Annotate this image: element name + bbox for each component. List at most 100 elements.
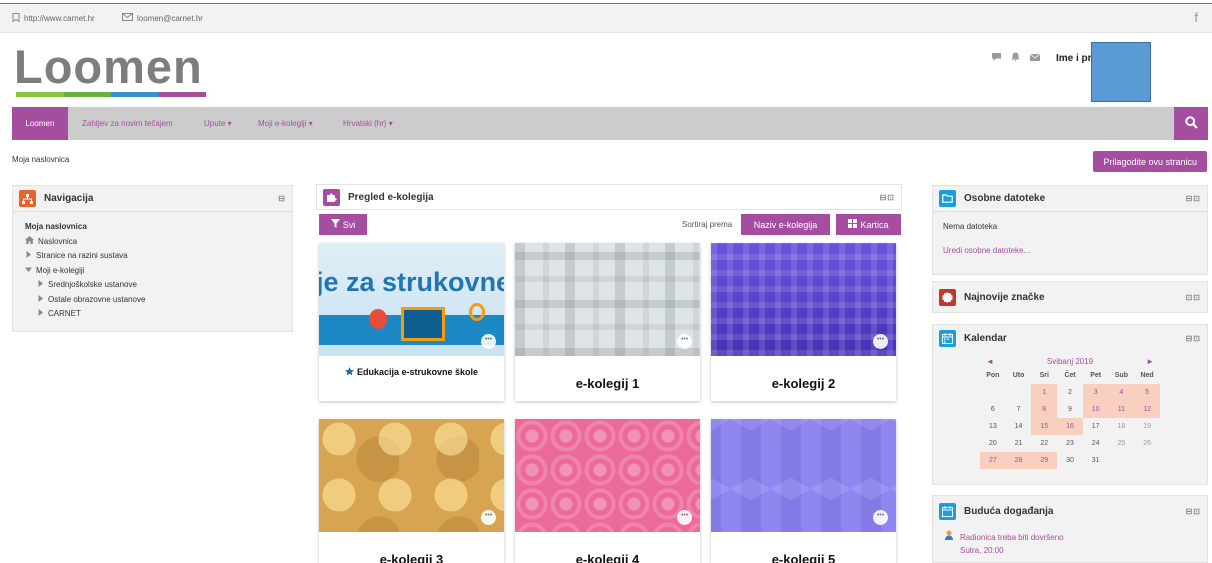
calendar-day[interactable]: 24	[1083, 435, 1109, 452]
calendar-day[interactable]: 14	[1006, 418, 1032, 435]
search-button[interactable]	[1174, 107, 1208, 140]
calendar-day[interactable]: 22	[1031, 435, 1057, 452]
course-menu-button[interactable]: •••	[677, 510, 692, 525]
envelope-icon[interactable]	[1029, 53, 1041, 64]
calendar-day[interactable]: 6	[980, 401, 1006, 418]
calendar-day[interactable]: 13	[980, 418, 1006, 435]
event-title[interactable]: Radionica treba biti dovršeno	[960, 531, 1064, 544]
private-files-block: Osobne datoteke ⊟⊡ Nema datoteka Uredi o…	[932, 185, 1208, 275]
course-image[interactable]: •••	[711, 419, 896, 532]
course-title[interactable]: e-kolegij 4	[515, 532, 700, 563]
course-menu-button[interactable]: •••	[677, 334, 692, 349]
website-link[interactable]: http://www.carnet.hr	[12, 13, 95, 24]
course-menu-button[interactable]: •••	[873, 510, 888, 525]
course-card[interactable]: je za strukovne ••• Edukacija e-strukovne …	[319, 243, 504, 401]
course-menu-button[interactable]: •••	[481, 510, 496, 525]
calendar-day[interactable]: 7	[1006, 401, 1032, 418]
sort-label: Sortiraj prema	[682, 220, 733, 229]
card-view-button[interactable]: Kartica	[836, 214, 901, 235]
site-logo[interactable]: Loomen	[14, 42, 203, 92]
event-item[interactable]: Radionica treba biti dovršeno	[945, 530, 1195, 544]
course-title[interactable]: e-kolegij 3	[319, 532, 504, 563]
customize-page-button[interactable]: Prilagodite ovu stranicu	[1093, 151, 1207, 172]
course-menu-button[interactable]: •••	[873, 334, 888, 349]
calendar-day[interactable]: 5	[1134, 384, 1160, 401]
calendar-day[interactable]: 16	[1057, 418, 1083, 435]
calendar-day[interactable]: 11	[1108, 401, 1135, 418]
upcoming-events-block: Buduća događanja ⊟⊡ Radionica treba biti…	[932, 495, 1208, 563]
calendar-day[interactable]: 27	[980, 452, 1006, 469]
star-icon[interactable]	[344, 366, 354, 378]
course-card[interactable]: ••• e-kolegij 1	[515, 243, 700, 401]
calendar-weekday: Uto	[1012, 372, 1025, 379]
calendar-day[interactable]: 8	[1031, 401, 1058, 418]
course-image[interactable]: •••	[515, 243, 700, 356]
course-card[interactable]: ••• e-kolegij 3	[319, 419, 504, 563]
calendar-day[interactable]: 2	[1057, 384, 1083, 401]
course-title[interactable]: Edukacija e-strukovne škole	[357, 367, 478, 377]
block-controls-icon[interactable]: ⊡⊡	[1186, 293, 1201, 302]
course-card[interactable]: ••• e-kolegij 5	[711, 419, 896, 563]
calendar-day[interactable]: 28	[1005, 452, 1032, 469]
nav-tree-item[interactable]: Moji e-kolegiji	[25, 264, 280, 279]
course-title[interactable]: e-kolegij 5	[711, 532, 896, 563]
course-title[interactable]: e-kolegij 2	[711, 356, 896, 410]
block-controls-icon[interactable]: ⊟⊡	[1186, 334, 1201, 343]
calendar-month[interactable]: Svibanj 2019	[1047, 357, 1093, 366]
calendar-day[interactable]: 23	[1057, 435, 1083, 452]
email-link[interactable]: loomen@carnet.hr	[122, 13, 203, 23]
block-controls-icon[interactable]: ⊟⊡	[1186, 507, 1201, 516]
calendar-day[interactable]: 19	[1134, 418, 1160, 435]
filter-all-button[interactable]: Svi	[319, 214, 367, 235]
nav-tree-item[interactable]: Ostale obrazovne ustanove	[25, 293, 280, 308]
calendar-day[interactable]: 17	[1083, 418, 1109, 435]
nav-item-request-course[interactable]: Zahtjev za novim tečajem	[82, 119, 173, 128]
nav-item-help[interactable]: Upute ▾	[204, 119, 232, 128]
calendar-day[interactable]: 31	[1083, 452, 1109, 469]
avatar[interactable]	[1091, 42, 1151, 102]
calendar-day[interactable]: 25	[1109, 435, 1135, 452]
course-image[interactable]: •••	[319, 419, 504, 532]
calendar-day[interactable]: 26	[1134, 435, 1160, 452]
calendar-day[interactable]: 1	[1031, 384, 1058, 401]
calendar-day[interactable]: 4	[1108, 384, 1135, 401]
next-month-button[interactable]: ►	[1146, 357, 1154, 366]
course-image[interactable]: •••	[515, 419, 700, 532]
calendar-day[interactable]: 29	[1031, 452, 1058, 469]
prev-month-button[interactable]: ◄	[986, 357, 994, 366]
sort-by-name-button[interactable]: Naziv e-kolegija	[741, 214, 830, 235]
manage-files-link[interactable]: Uredi osobne datoteke...	[943, 244, 1197, 258]
calendar-day[interactable]: 18	[1109, 418, 1135, 435]
nav-tree-item[interactable]: CARNET	[25, 307, 280, 322]
messages-icon[interactable]	[991, 52, 1001, 64]
logo-bar-segment	[63, 92, 111, 97]
course-card[interactable]: ••• e-kolegij 4	[515, 419, 700, 563]
calendar-day[interactable]: 21	[1006, 435, 1032, 452]
nav-tree-item[interactable]: Stranice na razini sustava	[25, 249, 280, 264]
block-controls-icon[interactable]: ⊟⊡	[1186, 194, 1201, 203]
course-title[interactable]: e-kolegij 1	[515, 356, 700, 410]
nav-item-my-courses[interactable]: Moji e-kolegiji ▾	[258, 119, 313, 128]
calendar-day[interactable]: 15	[1031, 418, 1058, 435]
course-image[interactable]: je za strukovne •••	[319, 243, 504, 356]
block-controls-icon[interactable]: ⊟⊡	[880, 193, 895, 202]
calendar-day[interactable]: 12	[1134, 401, 1160, 418]
calendar-day[interactable]: 10	[1082, 401, 1109, 418]
course-menu-button[interactable]: •••	[481, 334, 496, 349]
nav-home[interactable]: Loomen	[12, 107, 68, 140]
collapsed-arrow-icon	[37, 307, 44, 322]
nav-tree-item[interactable]: Moja naslovnica	[25, 220, 280, 235]
course-image[interactable]: •••	[711, 243, 896, 356]
facebook-icon[interactable]: f	[1194, 10, 1198, 25]
course-card[interactable]: ••• e-kolegij 2	[711, 243, 896, 401]
calendar-day[interactable]: 30	[1057, 452, 1083, 469]
calendar-day[interactable]: 9	[1057, 401, 1083, 418]
nav-item-language[interactable]: Hrvatski (hr) ▾	[343, 119, 393, 128]
nav-tree-item[interactable]: Naslovnica	[25, 235, 280, 250]
calendar-day[interactable]: 3	[1082, 384, 1109, 401]
nav-tree-item[interactable]: Srednjoškolske ustanove	[25, 278, 280, 293]
collapse-icon[interactable]: ⊟	[278, 194, 286, 203]
calendar-day[interactable]: 20	[980, 435, 1006, 452]
breadcrumb[interactable]: Moja naslovnica	[12, 155, 69, 164]
notifications-icon[interactable]	[1011, 52, 1020, 64]
